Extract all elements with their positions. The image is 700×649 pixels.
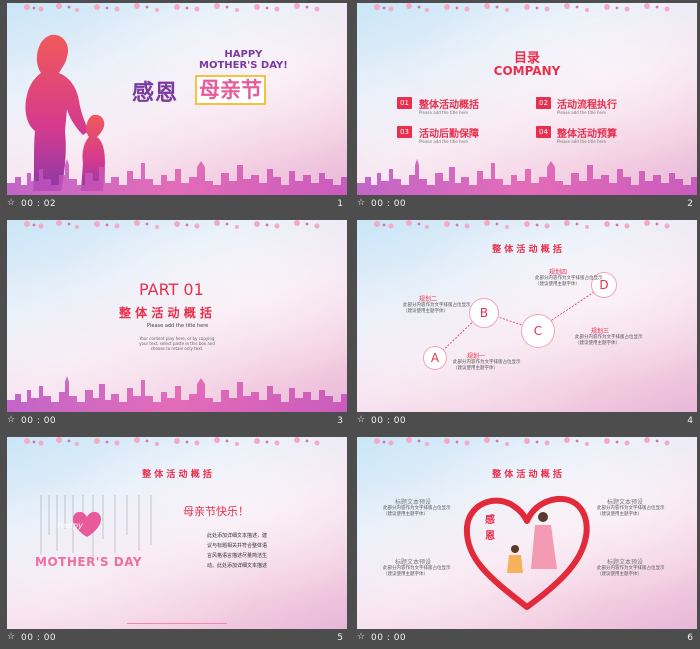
node-b-desc: 此部分内容作为文字排版占位显示 （建议使用主题字体） xyxy=(403,303,471,314)
toc-number-04: 04 xyxy=(536,126,551,138)
slide-timing: 00 : 00 xyxy=(21,416,57,426)
toc-subtitle: COMPANY xyxy=(493,64,561,78)
node-a-label: 规划一 xyxy=(467,353,486,360)
slide-thumbnail-4[interactable]: 整 体 活 动 概 括 A B C D 规划一 此部分内容作为文字排版占位显示 … xyxy=(357,220,697,432)
block-1-label: 标题文本预设 xyxy=(395,499,432,506)
node-c-desc: 此部分内容作为文字排版占位显示 （建议使用主题字体） xyxy=(575,335,643,346)
title-chinese-gan-en: 感恩 xyxy=(132,81,179,106)
part-description: Your content play here, or by copying yo… xyxy=(139,336,215,351)
star-icon: ☆ xyxy=(357,198,366,208)
block-4-desc: 此部分内容作为文字排版占位显示 （建议使用主题字体） xyxy=(597,566,665,577)
connector-lines xyxy=(434,285,604,359)
content-heading: 母亲节快乐！ xyxy=(183,505,249,518)
slide-canvas: HAPPY MOTHER'S DAY! 感恩 母亲节 xyxy=(7,3,347,195)
slide-thumbnail-6[interactable]: 整 体 活 动 概 括 感 恩 标题文本预设 此部分内容作为文字排版占位显示 （… xyxy=(357,437,697,649)
block-3-desc: 此部分内容作为文字排版占位显示 （建议使用主题字体） xyxy=(383,566,451,577)
slide-footer: ☆ 00 : 00 6 xyxy=(357,631,697,647)
slide-timing: 00 : 02 xyxy=(21,199,57,209)
slide-number: 3 xyxy=(337,416,343,426)
toc-item-1-sub: Please add the title here xyxy=(419,110,468,115)
slide-canvas: PART 01 整 体 活 动 概 括 Please add the title… xyxy=(7,220,347,412)
heart-outline-illustration xyxy=(463,495,590,610)
toc-item-4-sub: Please add the title here xyxy=(557,139,606,144)
star-icon: ☆ xyxy=(357,632,366,642)
toc-item-2: 活动流程执行 xyxy=(557,100,617,111)
node-c-label: 规划三 xyxy=(591,328,610,335)
body-line: 议与标题相关并符合整体语 xyxy=(207,543,268,549)
slide-canvas: 整 体 活 动 概 括 A B C D 规划一 此部分内容作为文字排版占位显示 … xyxy=(357,220,697,412)
heart-text: 感 恩 xyxy=(485,515,495,542)
slide-title: 整 体 活 动 概 括 xyxy=(492,470,562,480)
toc-item-4: 整体活动预算 xyxy=(557,129,617,140)
slide-number: 5 xyxy=(337,633,343,643)
slide-footer: ☆ 00 : 00 2 xyxy=(357,197,697,213)
star-icon: ☆ xyxy=(7,198,16,208)
art-text-happy: Happy xyxy=(57,521,83,530)
body-line: 动。此处添加详细文本描述 xyxy=(207,563,268,569)
block-4-label: 标题文本预设 xyxy=(607,559,644,566)
slide-thumbnail-1[interactable]: HAPPY MOTHER'S DAY! 感恩 母亲节 ☆ 00 : 02 1 xyxy=(7,3,347,215)
title-chinese-mothers-day: 母亲节 xyxy=(195,75,266,105)
body-line: 言风格语言描述尽量简洁生 xyxy=(207,553,268,559)
node-d-desc: 此部分内容作为文字排版占位显示 （建议使用主题字体） xyxy=(535,276,603,287)
block-2-desc: 此部分内容作为文字排版占位显示 （建议使用主题字体） xyxy=(597,506,665,517)
city-skyline xyxy=(357,159,697,195)
toc-item-2-sub: Please add the title here xyxy=(557,110,606,115)
slide-footer: ☆ 00 : 00 3 xyxy=(7,414,347,430)
slide-timing: 00 : 00 xyxy=(371,633,407,643)
slide-number: 4 xyxy=(687,416,693,426)
star-icon: ☆ xyxy=(7,415,16,425)
slide-canvas: 目录 COMPANY 01 整体活动概括 Please add the titl… xyxy=(357,3,697,195)
art-text-mothers-day: MOTHER'S DAY xyxy=(35,555,143,569)
slide-number: 2 xyxy=(687,199,693,209)
flower-decoration xyxy=(374,437,670,446)
slide-canvas: 整 体 活 动 概 括 Happy MOTHER'S DAY 母亲节快乐！ 此处… xyxy=(7,437,347,629)
slide-footer: ☆ 00 : 00 4 xyxy=(357,414,697,430)
slide-timing: 00 : 00 xyxy=(371,416,407,426)
divider xyxy=(127,623,227,624)
part-title: 整 体 活 动 概 括 xyxy=(119,306,212,320)
part-label: PART 01 xyxy=(139,280,204,299)
slide-thumbnail-3[interactable]: PART 01 整 体 活 动 概 括 Please add the title… xyxy=(7,220,347,432)
slide-footer: ☆ 00 : 00 5 xyxy=(7,631,347,647)
city-skyline xyxy=(7,376,347,412)
toc-item-1: 整体活动概括 xyxy=(419,100,479,111)
flower-decoration xyxy=(24,437,320,446)
content-body: 此处添加详细文本描述，建 议与标题相关并符合整体语 言风格语言描述尽量简洁生 动… xyxy=(207,531,267,571)
flower-decoration xyxy=(24,3,320,12)
star-icon: ☆ xyxy=(357,415,366,425)
toc-item-3-sub: Please add the title here xyxy=(419,139,468,144)
part-subtitle: Please add the title here xyxy=(147,323,209,329)
title-english: HAPPY MOTHER'S DAY! xyxy=(199,49,288,71)
slide-timing: 00 : 00 xyxy=(21,633,57,643)
node-a-desc: 此部分内容作为文字排版占位显示 （建议使用主题字体） xyxy=(453,360,521,371)
slide-number: 6 xyxy=(687,633,693,643)
city-skyline xyxy=(7,159,347,195)
node-b-label: 规划二 xyxy=(419,296,438,303)
node-d-label: 规划四 xyxy=(549,269,568,276)
slide-thumbnail-2[interactable]: 目录 COMPANY 01 整体活动概括 Please add the titl… xyxy=(357,3,697,215)
flower-decoration xyxy=(24,220,320,229)
toc-item-3: 活动后勤保障 xyxy=(419,129,479,140)
slide-title: 整 体 活 动 概 括 xyxy=(142,470,212,480)
slide-canvas: 整 体 活 动 概 括 感 恩 标题文本预设 此部分内容作为文字排版占位显示 （… xyxy=(357,437,697,629)
slide-footer: ☆ 00 : 02 1 xyxy=(7,197,347,213)
slide-number: 1 xyxy=(337,199,343,209)
slide-timing: 00 : 00 xyxy=(371,199,407,209)
slide-thumbnail-5[interactable]: 整 体 活 动 概 括 Happy MOTHER'S DAY 母亲节快乐！ 此处… xyxy=(7,437,347,649)
star-icon: ☆ xyxy=(7,632,16,642)
block-2-label: 标题文本预设 xyxy=(607,499,644,506)
toc-number-03: 03 xyxy=(397,126,412,138)
body-line: 此处添加详细文本描述，建 xyxy=(207,533,268,539)
node-b: B xyxy=(469,298,499,328)
block-3-label: 标题文本预设 xyxy=(395,559,432,566)
block-1-desc: 此部分内容作为文字排版占位显示 （建议使用主题字体） xyxy=(383,506,451,517)
toc-number-02: 02 xyxy=(536,97,551,109)
toc-number-01: 01 xyxy=(397,97,412,109)
node-a: A xyxy=(423,346,447,370)
node-c: C xyxy=(521,314,555,348)
flower-decoration xyxy=(374,3,670,12)
